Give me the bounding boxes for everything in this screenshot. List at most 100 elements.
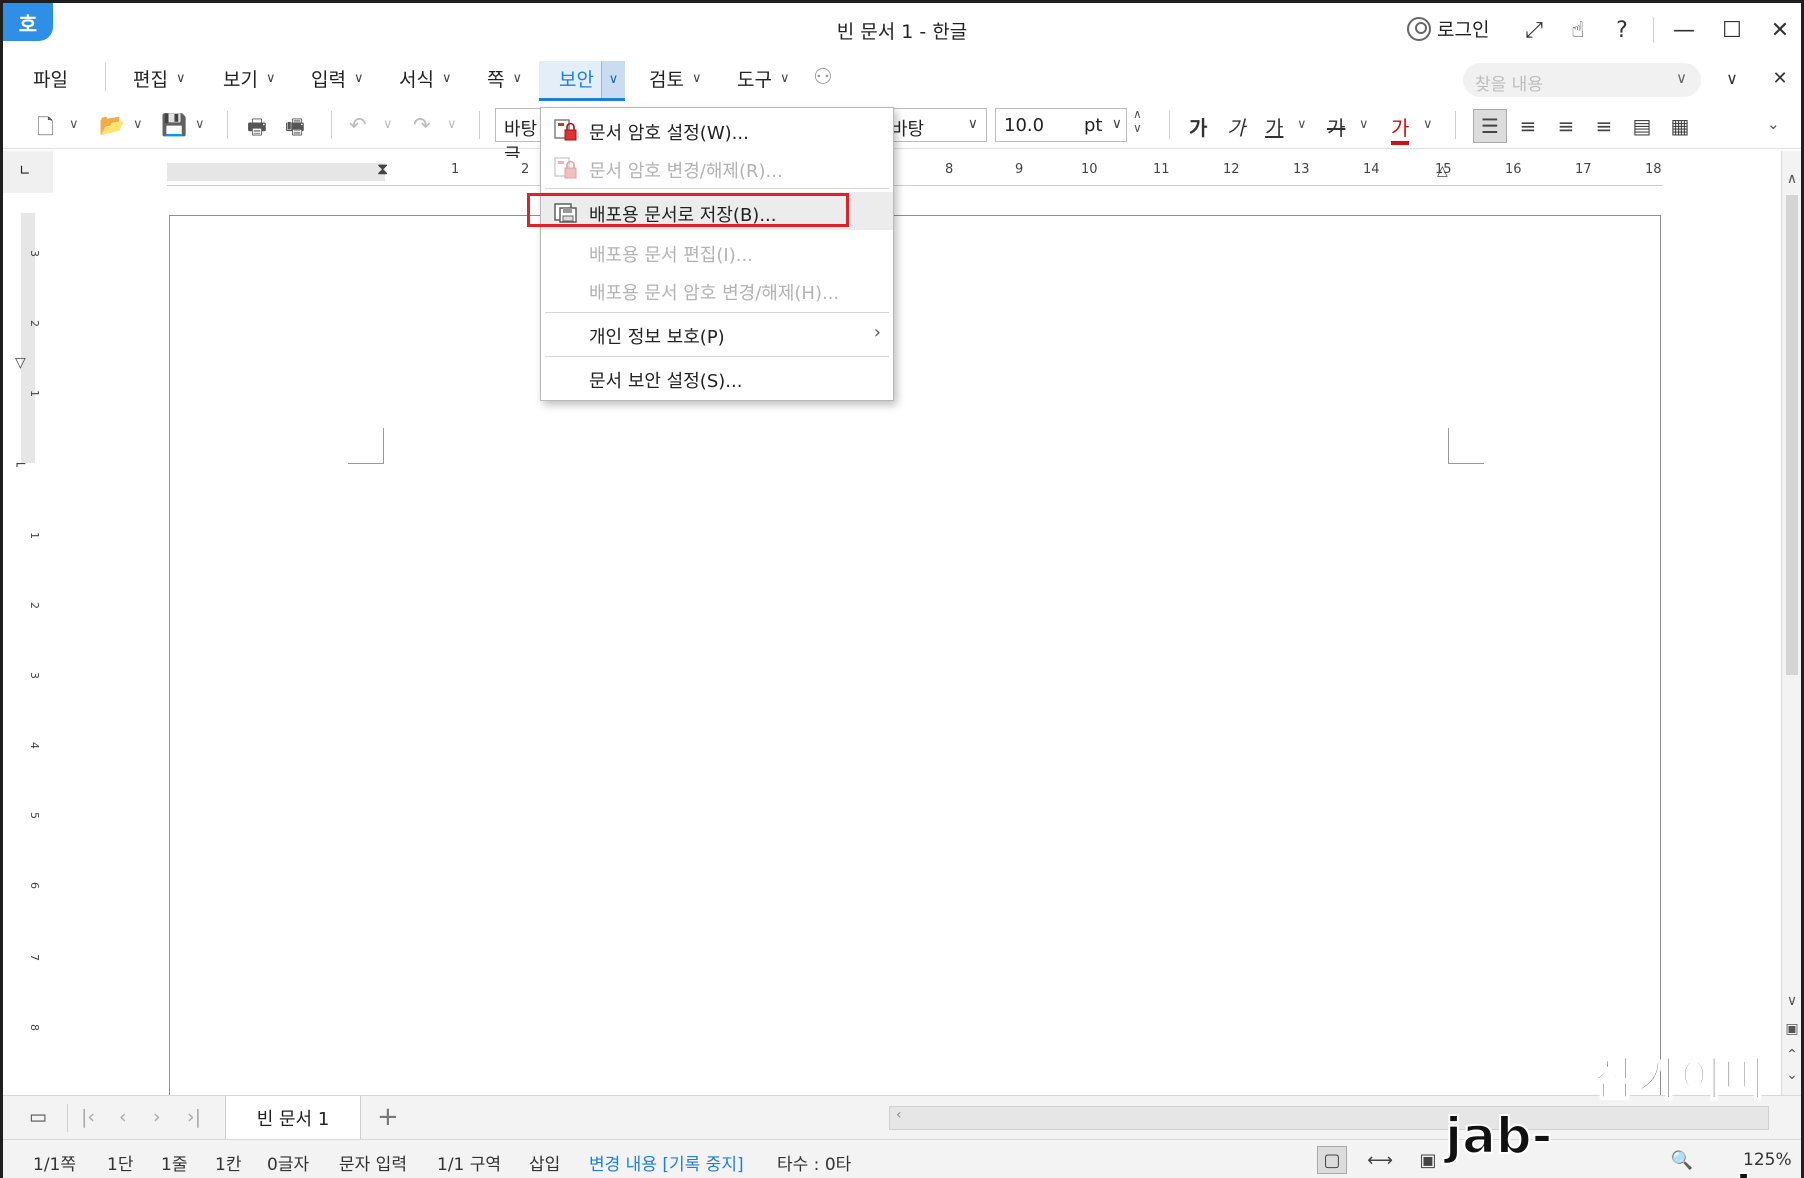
font-size-stepper[interactable]: ∧ ∨ bbox=[1133, 107, 1142, 135]
chevron-down-icon[interactable]: ∨ bbox=[1359, 117, 1369, 132]
open-folder-icon[interactable]: 📂 bbox=[99, 113, 125, 138]
fit-page-icon[interactable]: ▣ bbox=[1413, 1146, 1443, 1174]
chevron-down-icon[interactable]: ∨ bbox=[1676, 69, 1687, 87]
menu-file[interactable]: 파일 bbox=[33, 65, 68, 92]
menu-item-change-distribution-password[interactable]: 배포용 문서 암호 변경/해제(H)... bbox=[541, 270, 893, 308]
menu-item-set-password[interactable]: 문서 암호 설정(W)... bbox=[541, 110, 893, 148]
menu-label: 도구 bbox=[737, 69, 772, 91]
toolbar-expand-icon[interactable]: ⌄ bbox=[1767, 115, 1780, 133]
right-indent-marker-icon[interactable]: △ bbox=[1437, 163, 1448, 179]
status-track-changes[interactable]: 변경 내용 [기록 중지] bbox=[589, 1150, 744, 1175]
ruler-corner-tab-icon[interactable]: ∟ bbox=[3, 151, 53, 193]
underline-button[interactable]: 가 bbox=[1265, 112, 1283, 141]
chevron-down-icon[interactable]: ∨ bbox=[447, 117, 457, 132]
ruler-number: 10 bbox=[1081, 162, 1098, 177]
print-preview-icon[interactable]: 🖷 bbox=[285, 113, 305, 148]
chevron-down-icon[interactable]: ∨ bbox=[69, 117, 79, 132]
next-tab-icon[interactable]: › bbox=[153, 1106, 161, 1128]
scroll-up-icon[interactable]: ∧ bbox=[1782, 171, 1802, 187]
menu-edit[interactable]: 편집 ∨ bbox=[133, 65, 185, 92]
vertical-ruler[interactable]: 3 2 1 1 2 3 4 5 6 7 8 bbox=[17, 213, 41, 1093]
help-icon[interactable]: ? bbox=[1605, 13, 1639, 47]
align-left-icon[interactable]: ≡ bbox=[1511, 109, 1545, 143]
bold-button[interactable]: 가 bbox=[1189, 112, 1207, 141]
menu-item-change-password[interactable]: 문서 암호 변경/해제(R)... bbox=[541, 148, 893, 186]
status-cell: 1칸 bbox=[215, 1155, 242, 1175]
ruler-number: 5 bbox=[28, 812, 41, 819]
menu-tools[interactable]: 도구 ∨ bbox=[737, 65, 789, 92]
last-tab-icon[interactable]: ›| bbox=[187, 1106, 201, 1128]
align-divide-icon[interactable]: ▦ bbox=[1663, 109, 1697, 143]
align-justify-icon[interactable]: ☰ bbox=[1473, 109, 1507, 143]
menu-security[interactable]: 보안 bbox=[559, 65, 594, 92]
search-placeholder: 찾을 내용 bbox=[1475, 75, 1543, 95]
add-tab-button[interactable]: + bbox=[377, 1102, 399, 1132]
status-page[interactable]: 1/1쪽 bbox=[33, 1150, 76, 1175]
minimize-icon[interactable]: — bbox=[1667, 13, 1701, 47]
chevron-down-icon[interactable]: ∨ bbox=[133, 117, 143, 132]
strikethrough-button[interactable]: 가 bbox=[1327, 112, 1345, 141]
new-document-icon[interactable]: 🗋 bbox=[37, 113, 54, 148]
expand-icon[interactable]: ⤢ bbox=[1517, 13, 1551, 47]
save-icon[interactable]: 💾 bbox=[161, 113, 187, 138]
menu-view[interactable]: 보기 ∨ bbox=[223, 65, 275, 92]
page-select-icon[interactable]: ▣ bbox=[1782, 1021, 1802, 1037]
redo-icon[interactable]: ↷ bbox=[413, 113, 431, 137]
italic-button[interactable]: 가 bbox=[1227, 112, 1245, 141]
page-view-icon[interactable]: ▢ bbox=[1317, 1146, 1347, 1174]
menu-page[interactable]: 쪽 ∨ bbox=[487, 65, 522, 92]
scrollbar-thumb[interactable] bbox=[1786, 195, 1798, 675]
close-doc-icon[interactable]: ✕ bbox=[1763, 61, 1797, 95]
menu-item-edit-distribution[interactable]: 배포용 문서 편집(I)... bbox=[541, 232, 893, 270]
para-marker-icon[interactable]: ⌐ bbox=[15, 457, 27, 473]
undo-icon[interactable]: ↶ bbox=[349, 113, 367, 137]
ribbon-toggle-icon[interactable]: ∨ bbox=[1715, 61, 1749, 95]
ruler-number: 8 bbox=[28, 1024, 41, 1031]
scroll-left-icon[interactable]: ‹ bbox=[896, 1107, 902, 1123]
touch-icon[interactable]: ☝ bbox=[1561, 13, 1595, 47]
fit-width-icon[interactable]: ⟷ bbox=[1365, 1146, 1395, 1174]
indent-marker-icon[interactable]: ⧗ bbox=[377, 159, 388, 179]
prev-tab-icon[interactable]: ‹ bbox=[119, 1106, 127, 1128]
ruler-number: 16 bbox=[1505, 162, 1522, 177]
print-icon[interactable]: 🖶 bbox=[247, 113, 267, 148]
top-margin-marker-icon[interactable]: ▽ bbox=[15, 355, 26, 371]
font-color-button[interactable]: 가 bbox=[1391, 112, 1410, 145]
document-page[interactable] bbox=[169, 215, 1661, 1095]
align-right-icon[interactable]: ≡ bbox=[1587, 109, 1621, 143]
menu-item-security-settings[interactable]: 문서 보안 설정(S)... bbox=[541, 358, 893, 396]
menu-format[interactable]: 서식 ∨ bbox=[399, 65, 451, 92]
menu-item-privacy-protection[interactable]: 개인 정보 보호(P) › bbox=[541, 314, 893, 352]
login-button[interactable]: 로그인 bbox=[1407, 15, 1489, 42]
ruler-number: 1 bbox=[28, 532, 41, 539]
chevron-down-icon[interactable]: ∨ bbox=[195, 117, 205, 132]
search-input[interactable]: 찾을 내용 ∨ bbox=[1463, 63, 1701, 97]
ruler-margin bbox=[167, 163, 385, 181]
tab-list-icon[interactable]: ▭ bbox=[29, 1106, 47, 1128]
ruler-number: 17 bbox=[1575, 162, 1592, 177]
font-size-combo[interactable]: 10.0 pt ∨ bbox=[995, 108, 1127, 142]
ruler-number: 7 bbox=[28, 954, 41, 961]
align-distribute-icon[interactable]: ▤ bbox=[1625, 109, 1659, 143]
maximize-icon[interactable]: ☐ bbox=[1715, 13, 1749, 47]
chevron-down-icon[interactable]: ∨ bbox=[383, 117, 393, 132]
scroll-down-icon[interactable]: ∨ bbox=[1782, 993, 1802, 1009]
share-icon[interactable]: ⚇ bbox=[813, 65, 833, 90]
font-combo[interactable]: 바탕 ∨ bbox=[883, 108, 987, 142]
font-size-value: 10.0 bbox=[1004, 115, 1045, 136]
menu-review[interactable]: 검토 ∨ bbox=[649, 65, 701, 92]
next-page-icon[interactable]: ⌄ bbox=[1782, 1067, 1802, 1083]
vertical-scrollbar[interactable]: ∧ ∨ ▣ ⌃ ⌄ bbox=[1781, 151, 1801, 1095]
status-input-mode[interactable]: 문자 입력 bbox=[339, 1150, 407, 1175]
prev-page-icon[interactable]: ⌃ bbox=[1782, 1047, 1802, 1063]
align-center-icon[interactable]: ≡ bbox=[1549, 109, 1583, 143]
chevron-down-icon[interactable]: ∨ bbox=[1423, 117, 1433, 132]
menu-insert[interactable]: 입력 ∨ bbox=[311, 65, 363, 92]
first-tab-icon[interactable]: |‹ bbox=[81, 1106, 95, 1128]
tab-document-1[interactable]: 빈 문서 1 bbox=[225, 1096, 361, 1140]
menu-label: 보기 bbox=[223, 69, 258, 91]
menu-label: 검토 bbox=[649, 69, 684, 91]
status-insert-mode[interactable]: 삽입 bbox=[529, 1150, 560, 1175]
close-icon[interactable]: ✕ bbox=[1763, 13, 1797, 47]
chevron-down-icon[interactable]: ∨ bbox=[1297, 117, 1307, 132]
